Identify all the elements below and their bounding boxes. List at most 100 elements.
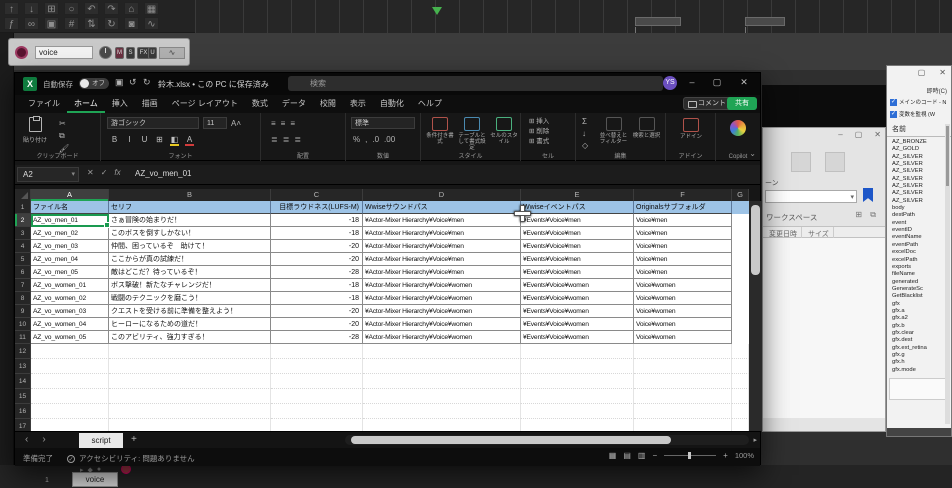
row-number[interactable]: 7 (15, 279, 31, 292)
cell[interactable] (732, 374, 749, 389)
search-input[interactable]: 検索 (288, 76, 663, 91)
addins-button[interactable]: アドイン (674, 118, 708, 140)
watch-variable[interactable]: gfx.dest (892, 337, 944, 344)
cell[interactable]: -20 (271, 253, 363, 266)
tab-ファイル[interactable]: ファイル (21, 95, 67, 113)
watch-variable[interactable]: excelPath (892, 257, 944, 264)
sheet-nav-arrows[interactable]: ‹› (25, 434, 60, 445)
column-header-A[interactable]: A (31, 189, 109, 201)
ribbon-collapse-icon[interactable]: ⌄ (749, 149, 756, 158)
editing-icon[interactable]: ◇ (582, 141, 588, 151)
cell[interactable]: Wwiseサウンドパス (363, 201, 521, 214)
cell[interactable] (732, 214, 749, 227)
daw-tool-icon[interactable]: # (64, 17, 79, 30)
watch-variable[interactable]: AZ_SILVER (892, 198, 944, 205)
cell[interactable] (634, 389, 732, 404)
cell[interactable] (109, 344, 271, 359)
comments-button[interactable]: コメント (683, 97, 733, 110)
cell[interactable]: このボスを倒すしかない！ (109, 227, 271, 240)
accessibility-status[interactable]: ✓ アクセシビリティ: 問題ありません (67, 453, 195, 464)
cell[interactable]: ¥Events¥Voice¥men (521, 253, 634, 266)
cell[interactable]: ¥Events¥Voice¥women (521, 292, 634, 305)
cell[interactable] (363, 419, 521, 431)
column-header-G[interactable]: G (732, 189, 749, 201)
font-button-1[interactable]: I (124, 135, 135, 144)
styles-button-1[interactable]: テーブルとして書式設定 (457, 117, 487, 151)
watch-variable[interactable]: gfx.b (892, 323, 944, 330)
watch-variable[interactable]: exports (892, 264, 944, 271)
watch-variable[interactable]: gfx (892, 301, 944, 308)
cell[interactable]: Voice¥women (634, 318, 732, 331)
cell[interactable]: -18 (271, 279, 363, 292)
minimize-button[interactable]: – (683, 77, 701, 87)
bookmark-icon[interactable] (863, 188, 873, 202)
cell[interactable] (521, 359, 634, 374)
cell[interactable]: 敵はどこだ？待っているぞ！ (109, 266, 271, 279)
cell[interactable]: このアビリティ、強力すぎる！ (109, 331, 271, 344)
dialog-close-button[interactable]: ✕ (874, 130, 881, 139)
cell[interactable] (521, 344, 634, 359)
cell[interactable] (31, 389, 109, 404)
cell[interactable]: クエストを受ける前に準備を整えよう！ (109, 305, 271, 318)
dialog-workspace-label[interactable]: ワークスペース (766, 212, 817, 223)
view-normal-icon[interactable]: ▦ (609, 451, 617, 460)
styles-button-0[interactable]: 条件付き書式 (425, 117, 455, 145)
number-format-icon[interactable]: .0 (372, 135, 379, 144)
row-number[interactable]: 15 (15, 389, 31, 404)
cell[interactable]: AZ_vo_men_03 (31, 240, 109, 253)
styles-button-2[interactable]: セルのスタイル (489, 117, 519, 145)
cell[interactable] (521, 389, 634, 404)
daw-tool-icon[interactable]: ↑ (4, 2, 19, 15)
cell[interactable] (521, 404, 634, 419)
watch-variable[interactable]: AZ_SILVER (892, 154, 944, 161)
watch-variable[interactable]: eventPath (892, 242, 944, 249)
cut-icon[interactable]: ✂ (59, 119, 69, 128)
row-number[interactable]: 2 (15, 214, 31, 227)
watch-variable[interactable]: AZ_BRONZE (892, 139, 944, 146)
cell[interactable]: AZ_vo_men_05 (31, 266, 109, 279)
row-number[interactable]: 4 (15, 240, 31, 253)
cell[interactable] (271, 389, 363, 404)
playhead-marker-icon[interactable] (432, 7, 442, 15)
insert-function-icon[interactable]: fx (114, 168, 120, 177)
font-button-0[interactable]: B (109, 135, 120, 144)
watch-variable[interactable]: fileName (892, 271, 944, 278)
watch-checkbox-2[interactable]: ✓ 変数を監視 (W (890, 110, 950, 118)
cell[interactable] (732, 359, 749, 374)
cell[interactable]: -18 (271, 227, 363, 240)
daw-tool-icon[interactable]: ⌂ (124, 2, 139, 15)
cell[interactable] (109, 374, 271, 389)
cell[interactable]: Voice¥women (634, 279, 732, 292)
cell[interactable] (732, 344, 749, 359)
watch-variable[interactable]: GetBlacklist (892, 293, 944, 300)
number-format-icon[interactable]: .00 (384, 135, 395, 144)
cell[interactable]: セリフ (109, 201, 271, 214)
editing-icon[interactable]: Σ (582, 117, 588, 127)
editing-button-1[interactable]: 検索と選択 (631, 117, 662, 139)
cell[interactable]: -28 (271, 331, 363, 344)
cell[interactable] (634, 419, 732, 431)
row-number[interactable]: 9 (15, 305, 31, 318)
cell[interactable]: AZ_vo_women_03 (31, 305, 109, 318)
formula-bar-value[interactable]: AZ_vo_men_01 (135, 169, 191, 178)
tab-表示[interactable]: 表示 (343, 95, 373, 113)
cell[interactable]: Voice¥women (634, 331, 732, 344)
watch-close-button[interactable]: ✕ (939, 68, 946, 77)
number-format-icon[interactable]: % (353, 135, 360, 144)
row-number[interactable]: 13 (15, 359, 31, 374)
watch-name-column-header[interactable]: 名前 (892, 124, 906, 134)
cell[interactable] (31, 344, 109, 359)
cell[interactable] (31, 404, 109, 419)
maximize-button[interactable]: ▢ (708, 77, 726, 88)
cell[interactable]: AZ_vo_women_02 (31, 292, 109, 305)
cell[interactable]: AZ_vo_women_05 (31, 331, 109, 344)
watch-checkbox-1[interactable]: ✓ メインのコード - N (890, 98, 950, 106)
daw-tool-icon[interactable]: ∿ (144, 17, 159, 30)
align-icon[interactable]: ≡ (271, 119, 276, 128)
cell[interactable]: ¥Actor-Mixer Hierarchy¥Voice¥men (363, 266, 521, 279)
tab-数式[interactable]: 数式 (245, 95, 275, 113)
cell[interactable]: ¥Actor-Mixer Hierarchy¥Voice¥women (363, 305, 521, 318)
row-number[interactable]: 1 (15, 201, 31, 214)
track-name-field[interactable]: voice (35, 46, 93, 59)
cell[interactable] (521, 374, 634, 389)
